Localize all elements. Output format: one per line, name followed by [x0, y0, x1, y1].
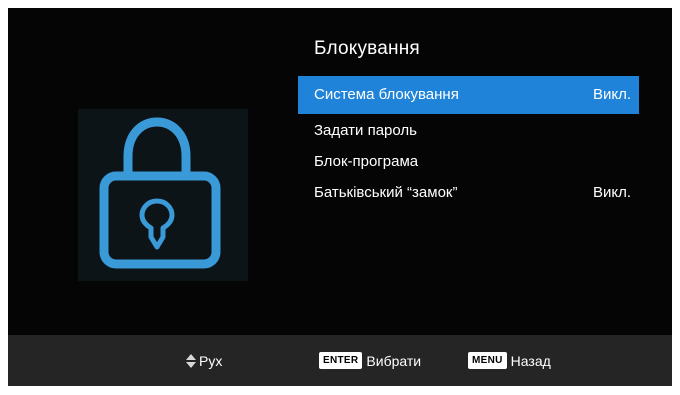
lock-illustration — [78, 109, 248, 281]
menu-item-parental-lock[interactable]: Батьківський “замок” Викл. — [298, 174, 639, 212]
up-down-arrows-icon — [186, 353, 196, 368]
menu-item-label: Батьківський “замок” — [314, 184, 458, 201]
hint-menu: MENU Назад — [468, 335, 551, 386]
menu-item-label: Система блокування — [314, 86, 459, 103]
hint-move: Рух — [186, 335, 222, 386]
menu-title: Блокування — [314, 38, 420, 59]
enter-key-badge: ENTER — [319, 352, 363, 369]
tv-screen: Блокування Система блокування Викл. Зада… — [8, 8, 672, 386]
hint-enter-label: Вибрати — [366, 352, 422, 369]
hint-enter: ENTER Вибрати — [319, 335, 421, 386]
menu-item-lock-system[interactable]: Система блокування Викл. — [298, 76, 639, 114]
footer-hint-bar: Рух ENTER Вибрати MENU Назад — [8, 335, 672, 386]
menu-item-value: Викл. — [592, 184, 631, 201]
hint-move-label: Рух — [199, 352, 223, 369]
hint-menu-label: Назад — [510, 352, 551, 369]
menu-key-badge: MENU — [468, 352, 507, 369]
lock-icon — [99, 117, 221, 269]
menu-item-value: Викл. — [592, 86, 631, 103]
